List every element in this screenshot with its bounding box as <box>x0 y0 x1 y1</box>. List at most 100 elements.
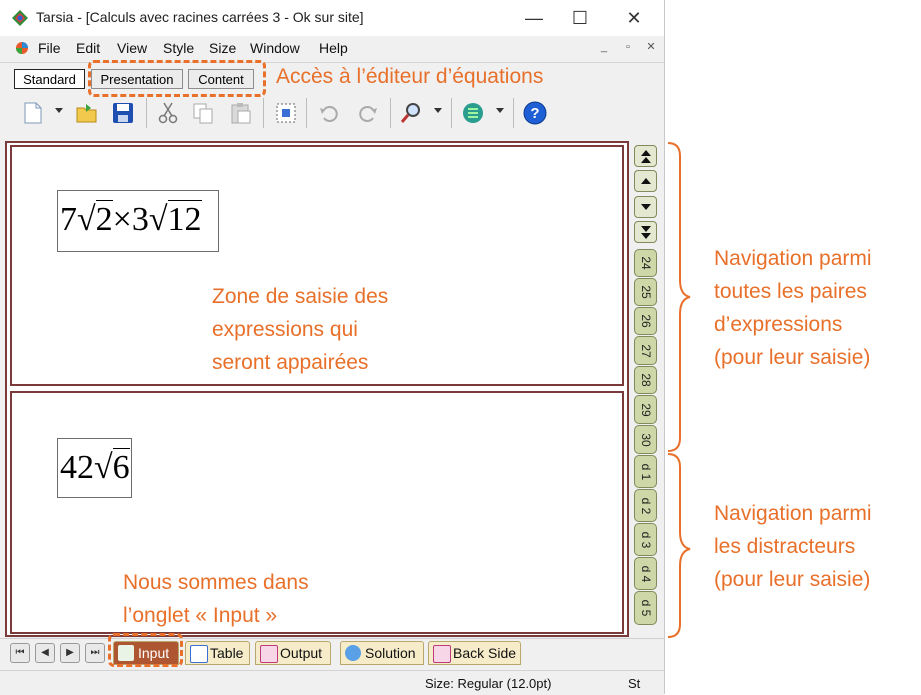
pair-tab-26[interactable]: 26 <box>634 307 657 335</box>
paste-icon[interactable] <box>228 100 254 126</box>
pair-tab-30[interactable]: 30 <box>634 425 657 454</box>
pair-tab-24[interactable]: 24 <box>634 249 657 277</box>
annotation-line: Zone de saisie des <box>212 285 389 308</box>
annotation-nav-pairs: Navigation parmi toutes les paires d’exp… <box>714 242 872 374</box>
annotation-line: toutes les paires <box>714 280 867 303</box>
menu-size[interactable]: Size <box>209 40 236 56</box>
help-icon[interactable]: ? <box>522 100 548 126</box>
nav-first-button[interactable] <box>634 145 657 167</box>
toolbar-separator <box>306 98 307 128</box>
toolbar-separator <box>390 98 391 128</box>
bottom-nav-last-button[interactable]: ⏭ <box>85 643 105 663</box>
bottom-nav-prev-button[interactable]: ◀ <box>35 643 55 663</box>
close-button[interactable]: ✕ <box>612 2 656 34</box>
svg-text:?: ? <box>530 105 539 122</box>
tab-label: d 5 <box>638 599 653 617</box>
toolbar-separator <box>451 98 452 128</box>
tab-solution-label: Solution <box>365 645 416 661</box>
solution-icon <box>345 645 361 661</box>
annotation-nav-distractors: Navigation parmi les distracteurs (pour … <box>714 497 872 596</box>
tab-back-side[interactable]: Back Side <box>428 641 521 665</box>
expression-box-top[interactable]: 7√2×3√12 <box>57 190 219 252</box>
mdi-close-button[interactable]: ✕ <box>643 40 659 55</box>
distractor-tab-d2[interactable]: d 2 <box>634 489 657 522</box>
pair-tab-29[interactable]: 29 <box>634 395 657 424</box>
annotation-line: Navigation parmi <box>714 502 872 525</box>
nav-last-button[interactable] <box>634 221 657 243</box>
undo-icon[interactable] <box>316 100 342 126</box>
tab-output[interactable]: Output <box>255 641 331 665</box>
tab-table-label: Table <box>210 645 244 661</box>
annotation-line: seront appairées <box>212 351 369 374</box>
zoom-icon[interactable] <box>398 100 424 126</box>
status-right: St <box>628 676 641 691</box>
tab-label: 28 <box>638 373 653 387</box>
annotation-input-tab-highlight <box>108 633 183 667</box>
tab-table[interactable]: Table <box>185 641 250 665</box>
network-dropdown-icon[interactable] <box>496 108 504 113</box>
sqrt-icon: √ <box>94 449 113 486</box>
brace-icon <box>667 142 691 638</box>
annotation-editor-highlight <box>88 60 266 97</box>
mdi-minimize-button[interactable]: _ <box>596 40 612 55</box>
window-title: Tarsia - [Calculs avec racines carrées 3… <box>36 9 364 25</box>
toolbar-separator <box>146 98 147 128</box>
copy-icon[interactable] <box>190 100 216 126</box>
distractor-tab-d1[interactable]: d 1 <box>634 455 657 488</box>
save-icon[interactable] <box>110 100 136 126</box>
tab-back-side-label: Back Side <box>453 645 517 661</box>
cut-icon[interactable] <box>155 100 181 126</box>
select-all-icon[interactable] <box>273 100 299 126</box>
tab-label: 25 <box>638 285 653 299</box>
status-bar <box>0 670 664 695</box>
new-document-icon[interactable] <box>20 100 46 126</box>
tab-label: 30 <box>638 432 653 447</box>
radicand: 12 <box>167 200 202 238</box>
tab-label: 26 <box>638 314 653 328</box>
menu-window[interactable]: Window <box>250 40 300 56</box>
mdi-restore-button[interactable]: ▫ <box>620 40 636 55</box>
bottom-nav-next-button[interactable]: ▶ <box>60 643 80 663</box>
coefficient: 42 <box>60 449 94 486</box>
toolbar-separator <box>263 98 264 128</box>
tab-standard[interactable]: Standard <box>14 69 85 89</box>
network-icon[interactable] <box>460 100 486 126</box>
nav-next-button[interactable] <box>634 196 657 218</box>
zoom-dropdown-icon[interactable] <box>434 108 442 113</box>
annotation-line: expressions qui <box>212 318 358 341</box>
maximize-button[interactable]: ☐ <box>558 2 602 34</box>
tab-label: 24 <box>638 256 653 270</box>
menu-help[interactable]: Help <box>319 40 348 56</box>
menu-file[interactable]: File <box>38 40 61 56</box>
nav-prev-button[interactable] <box>634 170 657 192</box>
pair-tab-28[interactable]: 28 <box>634 366 657 394</box>
app-logo-icon <box>11 9 29 27</box>
pair-tab-27[interactable]: 27 <box>634 336 657 365</box>
annotation-editor-text: Accès à l’éditeur d’équations <box>276 65 544 88</box>
back-side-icon <box>433 645 451 663</box>
menu-style[interactable]: Style <box>163 40 194 56</box>
redo-icon[interactable] <box>355 100 381 126</box>
annotation-line: l’onglet « Input » <box>123 604 278 627</box>
tab-label: 29 <box>638 402 653 417</box>
document-icon <box>15 41 29 55</box>
pair-tab-25[interactable]: 25 <box>634 278 657 306</box>
new-dropdown-icon[interactable] <box>55 108 63 113</box>
annotation-line: Nous sommes dans <box>123 571 309 594</box>
tab-solution[interactable]: Solution <box>340 641 424 665</box>
bottom-nav-first-button[interactable]: ⏮ <box>10 643 30 663</box>
distractor-tab-d3[interactable]: d 3 <box>634 523 657 556</box>
open-folder-icon[interactable] <box>74 100 100 126</box>
expression-box-bottom[interactable]: 42√6 <box>57 438 132 498</box>
expression-pane-bottom[interactable] <box>10 391 624 634</box>
distractor-tab-d5[interactable]: d 5 <box>634 591 657 625</box>
menu-edit[interactable]: Edit <box>76 40 100 56</box>
annotation-line: Navigation parmi <box>714 247 872 270</box>
distractor-tab-d4[interactable]: d 4 <box>634 557 657 590</box>
status-font-size: Size: Regular (12.0pt) <box>425 676 552 691</box>
times-operator: × <box>112 201 132 238</box>
output-icon <box>260 645 278 663</box>
menu-view[interactable]: View <box>117 40 147 56</box>
tab-label: d 2 <box>638 497 653 514</box>
minimize-button[interactable]: — <box>512 2 556 34</box>
